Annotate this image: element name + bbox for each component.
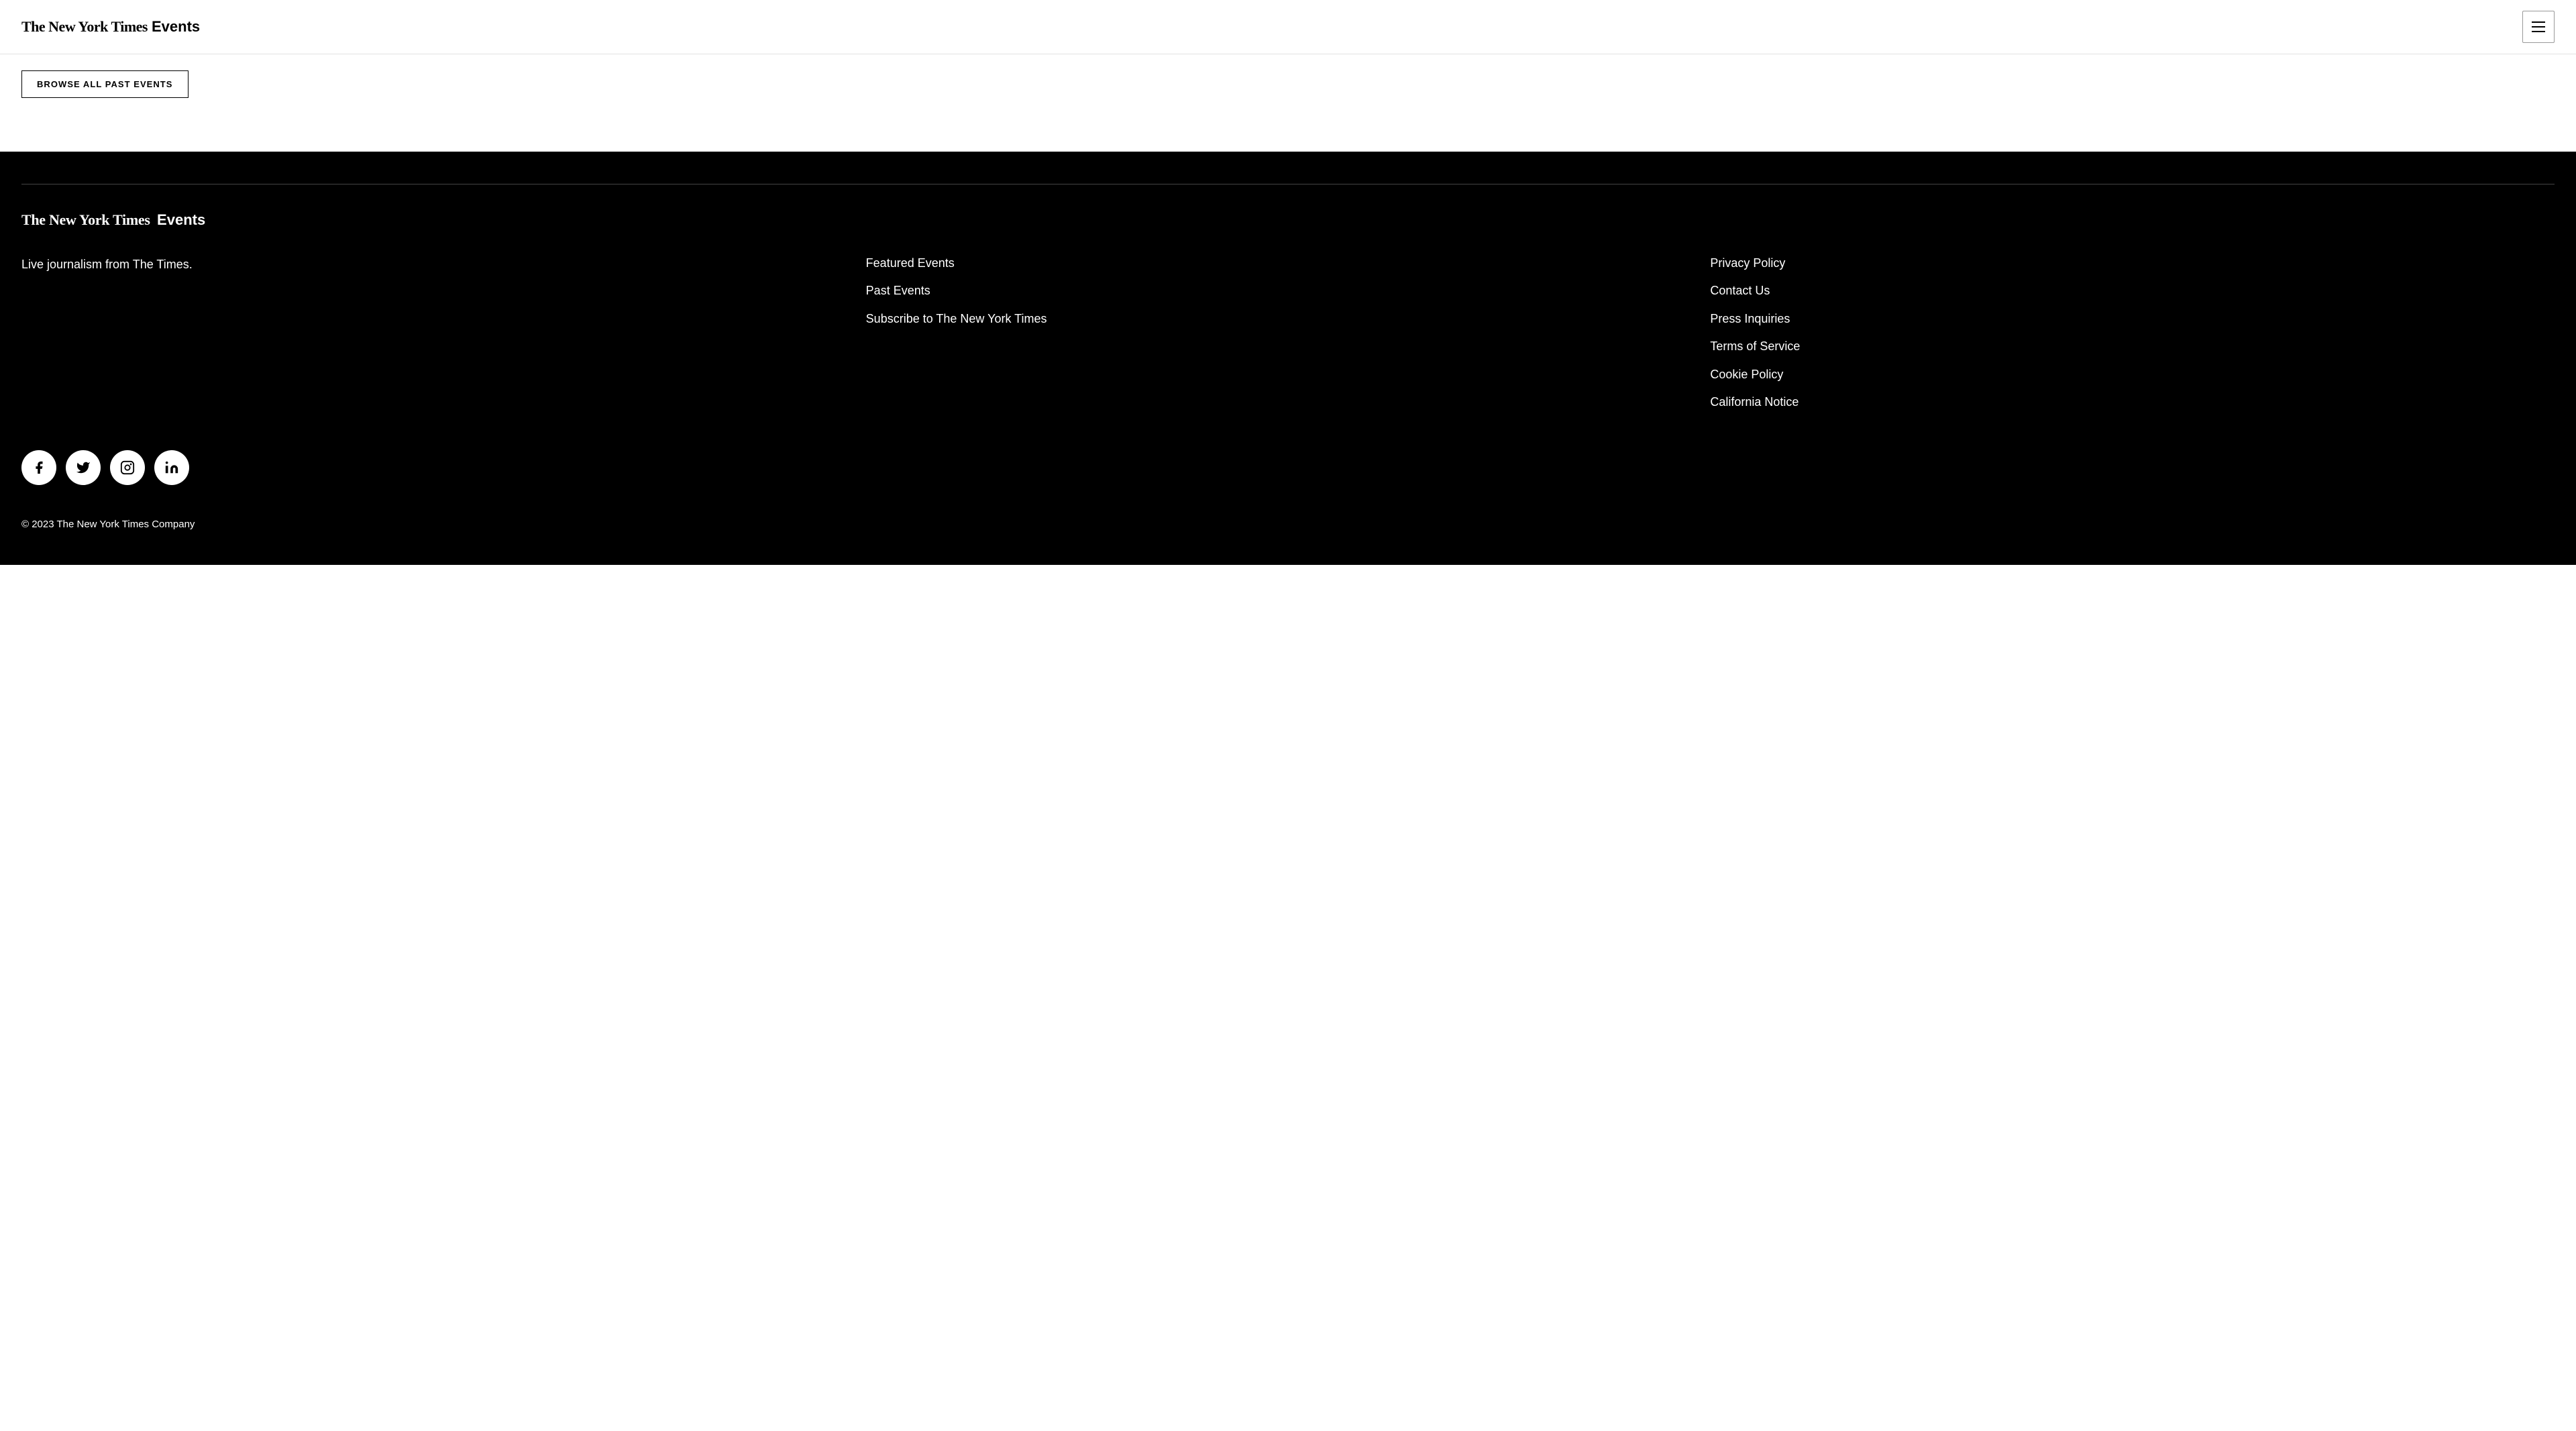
facebook-icon[interactable]: [21, 450, 56, 485]
footer-link-terms-of-service[interactable]: Terms of Service: [1710, 339, 2555, 354]
footer-logo: The New York Times Events: [21, 211, 2555, 229]
linkedin-icon[interactable]: [154, 450, 189, 485]
header-logo: The New York Times Events: [21, 18, 200, 36]
footer-link-privacy-policy[interactable]: Privacy Policy: [1710, 256, 2555, 271]
site-header: The New York Times Events: [0, 0, 2576, 54]
logo-events-text: Events: [152, 18, 200, 36]
footer-logo-nyt-text: The New York Times: [21, 211, 150, 228]
footer-main-row: Live journalism from The Times. Featured…: [21, 256, 2555, 410]
footer-link-contact-us[interactable]: Contact Us: [1710, 283, 2555, 299]
footer-link-cookie-policy[interactable]: Cookie Policy: [1710, 367, 2555, 382]
logo-nyt-text: The New York Times: [21, 18, 148, 36]
footer-link-press-inquiries[interactable]: Press Inquiries: [1710, 311, 2555, 327]
footer-link-past-events[interactable]: Past Events: [866, 283, 1711, 299]
browse-past-events-button[interactable]: BROWSE ALL PAST EVENTS: [21, 70, 189, 98]
main-content: BROWSE ALL PAST EVENTS: [0, 54, 2576, 152]
instagram-icon[interactable]: [110, 450, 145, 485]
footer-logo-events-text: Events: [157, 211, 205, 228]
footer-link-california-notice[interactable]: California Notice: [1710, 394, 2555, 410]
footer-link-featured-events[interactable]: Featured Events: [866, 256, 1711, 271]
hamburger-menu-button[interactable]: [2522, 11, 2555, 43]
footer-legal-links: Privacy Policy Contact Us Press Inquirie…: [1710, 256, 2555, 410]
hamburger-icon: [2532, 21, 2545, 32]
footer-copyright: © 2023 The New York Times Company: [21, 517, 2555, 533]
twitter-icon[interactable]: [66, 450, 101, 485]
site-footer: The New York Times Events Live journalis…: [0, 152, 2576, 565]
social-icons-row: [21, 450, 2555, 485]
footer-nav-links: Featured Events Past Events Subscribe to…: [866, 256, 1711, 410]
footer-link-subscribe[interactable]: Subscribe to The New York Times: [866, 311, 1711, 327]
footer-tagline: Live journalism from The Times.: [21, 256, 866, 410]
